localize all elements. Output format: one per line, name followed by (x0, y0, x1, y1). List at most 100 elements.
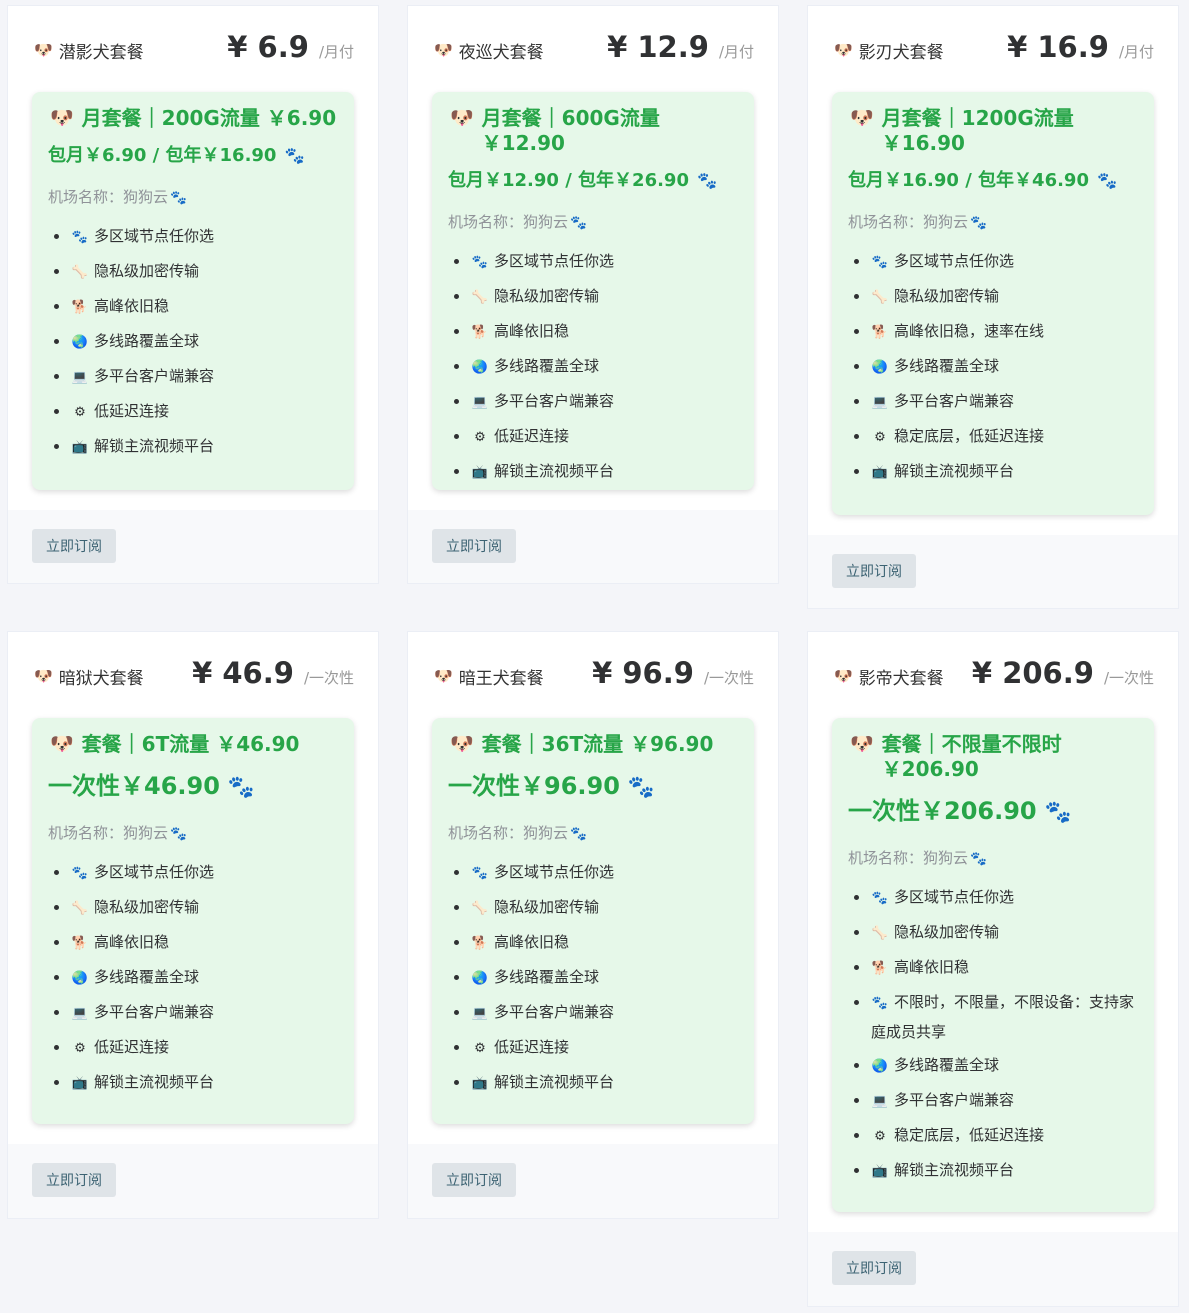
price-unit: /一次性 (1103, 669, 1154, 687)
plan-details: 🐶 套餐｜36T流量 ￥96.90 一次性￥96.90 🐾 机场名称：狗狗云 🐾 🐾 多… (432, 718, 754, 1124)
plan-card: 🐶 夜巡犬套餐 ¥ 12.9/月付 🐶 月套餐｜600G流量 ￥12.90 包月￥1… (407, 5, 779, 584)
dog-face-icon: 🐶 (850, 733, 874, 755)
paw-icon: 🐾 (970, 215, 987, 231)
plan-title: 🐶 暗王犬套餐 (434, 664, 544, 690)
price-amount: ¥ 6.9 (227, 30, 309, 64)
feature-item: 🐕 高峰依旧稳 (54, 292, 338, 322)
plan-title: 🐶 夜巡犬套餐 (434, 38, 544, 64)
tv-icon: 📺 (871, 1164, 889, 1179)
plan-title: 🐶 潜影犬套餐 (34, 38, 144, 64)
plan-details: 🐶 月套餐｜1200G流量 ￥16.90 包月￥16.90 / 包年￥46.90 🐾… (832, 92, 1154, 515)
globe-icon: 🌏 (871, 360, 889, 375)
plan-detail-title: 🐶 套餐｜6T流量 ￥46.90 (50, 732, 300, 756)
price-line: 包月￥6.90 / 包年￥16.90 🐾 (48, 145, 305, 166)
feature-item: 🐾 不限时，不限量，不限设备：支持家庭成员共享 (854, 988, 1138, 1046)
price-line: 包月￥12.90 / 包年￥26.90 🐾 (448, 170, 718, 191)
feature-item: 🐾 多区域节点任你选 (454, 247, 738, 277)
paw-icon: 🐾 (227, 775, 255, 800)
laptop-icon: 💻 (471, 1006, 489, 1021)
paw-icon: 🐾 (871, 996, 889, 1011)
dog-face-icon: 🐶 (34, 41, 53, 59)
feature-item: 💻 多平台客户端兼容 (454, 998, 738, 1028)
feature-item: ⚙ 低延迟连接 (54, 1033, 338, 1063)
price-line: 包月￥16.90 / 包年￥46.90 🐾 (848, 170, 1118, 191)
airport-name: 机场名称：狗狗云 🐾 (848, 213, 987, 231)
feature-item: 💻 多平台客户端兼容 (54, 362, 338, 392)
paw-icon: 🐾 (71, 866, 89, 881)
feature-item: 🦴 隐私级加密传输 (854, 918, 1138, 948)
gear-icon: ⚙ (74, 405, 86, 420)
plan-card: 🐶 暗狱犬套餐 ¥ 46.9/一次性 🐶 套餐｜6T流量 ￥46.90 一次性￥46… (7, 631, 379, 1219)
feature-item: 🌏 多线路覆盖全球 (54, 327, 338, 357)
feature-item: 🌏 多线路覆盖全球 (854, 1051, 1138, 1081)
laptop-icon: 💻 (71, 1006, 89, 1021)
dog-icon: 🐕 (471, 325, 489, 340)
feature-item: 🐕 高峰依旧稳 (54, 928, 338, 958)
feature-list: 🐾 多区域节点任你选 🦴 隐私级加密传输 🐕 高峰依旧稳 🐾 不限时，不限量，不限设备：… (848, 883, 1138, 1186)
plan-detail-title: 🐶 套餐｜36T流量 ￥96.90 (450, 732, 714, 756)
tv-icon: 📺 (471, 1076, 489, 1091)
dog-face-icon: 🐶 (850, 107, 874, 129)
plan-details: 🐶 套餐｜不限量不限时 ￥206.90 一次性￥206.90 🐾 机场名称：狗狗云 🐾… (832, 718, 1154, 1212)
globe-icon: 🌏 (471, 360, 489, 375)
bone-icon: 🦴 (71, 901, 89, 916)
price-unit: /一次性 (303, 669, 354, 687)
laptop-icon: 💻 (871, 395, 889, 410)
dog-face-icon: 🐶 (50, 733, 74, 755)
paw-icon: 🐾 (1044, 800, 1072, 825)
feature-item: 📺 解锁主流视频平台 (854, 1156, 1138, 1186)
feature-item: 🦴 隐私级加密传输 (54, 893, 338, 923)
feature-item: ⚙ 低延迟连接 (454, 422, 738, 452)
plan-price: ¥ 12.9/月付 (607, 30, 754, 64)
feature-list: 🐾 多区域节点任你选 🦴 隐私级加密传输 🐕 高峰依旧稳，速率在线 🌏 多线路覆盖全球 … (848, 247, 1138, 487)
feature-item: 🐕 高峰依旧稳 (854, 953, 1138, 983)
subscribe-button[interactable]: 立即订阅 (432, 1163, 516, 1197)
tv-icon: 📺 (871, 465, 889, 480)
plan-title-text: 暗狱犬套餐 (58, 669, 144, 689)
plan-card: 🐶 影帝犬套餐 ¥ 206.9/一次性 🐶 套餐｜不限量不限时 ￥206.90 一次… (807, 631, 1179, 1307)
paw-icon: 🐾 (970, 851, 987, 867)
price-amount: ¥ 46.9 (192, 656, 294, 690)
subscribe-button[interactable]: 立即订阅 (832, 1251, 916, 1285)
card-footer: 立即订阅 (408, 510, 778, 583)
globe-icon: 🌏 (71, 971, 89, 986)
plan-title: 🐶 暗狱犬套餐 (34, 664, 144, 690)
feature-list: 🐾 多区域节点任你选 🦴 隐私级加密传输 🐕 高峰依旧稳 🌏 多线路覆盖全球 💻 多平台客… (48, 222, 338, 462)
gear-icon: ⚙ (474, 430, 486, 445)
feature-item: 🐾 多区域节点任你选 (454, 858, 738, 888)
paw-icon: 🐾 (71, 230, 89, 245)
feature-item: ⚙ 稳定底层，低延迟连接 (854, 1121, 1138, 1151)
feature-item: 🐕 高峰依旧稳 (454, 928, 738, 958)
feature-item: 🌏 多线路覆盖全球 (54, 963, 338, 993)
feature-item: 🌏 多线路覆盖全球 (854, 352, 1138, 382)
price-amount: ¥ 12.9 (607, 30, 709, 64)
subscribe-button[interactable]: 立即订阅 (32, 1163, 116, 1197)
price-amount: ¥ 16.9 (1007, 30, 1109, 64)
subscribe-button[interactable]: 立即订阅 (432, 529, 516, 563)
card-footer: 立即订阅 (8, 1144, 378, 1218)
card-footer: 立即订阅 (808, 535, 1178, 608)
plan-detail-title: 🐶 月套餐｜200G流量 ￥6.90 (50, 106, 337, 130)
tv-icon: 📺 (471, 465, 489, 480)
laptop-icon: 💻 (71, 370, 89, 385)
paw-icon: 🐾 (871, 891, 889, 906)
subscribe-button[interactable]: 立即订阅 (832, 554, 916, 588)
feature-item: 📺 解锁主流视频平台 (54, 432, 338, 462)
globe-icon: 🌏 (471, 971, 489, 986)
airport-name: 机场名称：狗狗云 🐾 (48, 824, 187, 842)
dog-face-icon: 🐶 (434, 667, 453, 685)
plan-card: 🐶 影刃犬套餐 ¥ 16.9/月付 🐶 月套餐｜1200G流量 ￥16.90 包月￥… (807, 5, 1179, 609)
gear-icon: ⚙ (874, 430, 886, 445)
card-footer: 立即订阅 (408, 1144, 778, 1218)
paw-icon: 🐾 (471, 866, 489, 881)
price-unit: /月付 (718, 43, 754, 61)
plan-detail-title: 🐶 月套餐｜600G流量 ￥12.90 (450, 106, 660, 155)
price-unit: /月付 (1118, 43, 1154, 61)
bone-icon: 🦴 (471, 290, 489, 305)
plan-title-text: 夜巡犬套餐 (458, 43, 544, 63)
dog-face-icon: 🐶 (434, 41, 453, 59)
paw-icon: 🐾 (696, 171, 718, 190)
bone-icon: 🦴 (471, 901, 489, 916)
subscribe-button[interactable]: 立即订阅 (32, 529, 116, 563)
feature-list: 🐾 多区域节点任你选 🦴 隐私级加密传输 🐕 高峰依旧稳 🌏 多线路覆盖全球 💻 多平台客… (448, 247, 738, 487)
